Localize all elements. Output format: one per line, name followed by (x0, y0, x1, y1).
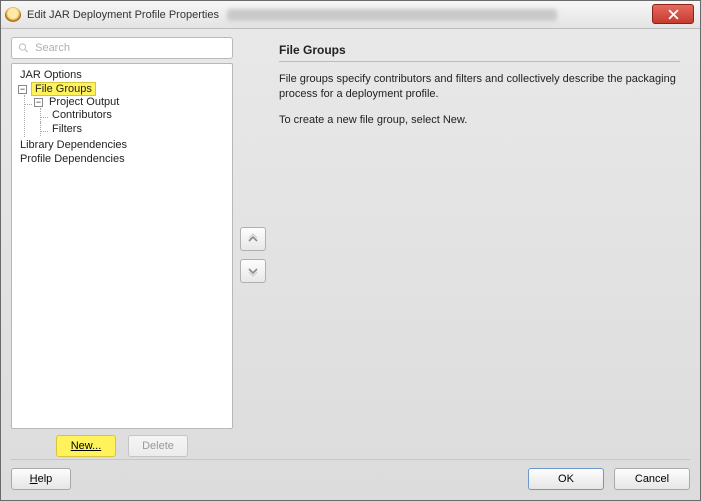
tree-item-jar-options[interactable]: JAR Options (18, 69, 84, 81)
reorder-column (239, 37, 267, 457)
footer-right-buttons: OK Cancel (528, 468, 690, 490)
cancel-button-label: Cancel (635, 473, 669, 485)
tree-item-file-groups[interactable]: File Groups (31, 82, 96, 96)
titlebar: Edit JAR Deployment Profile Properties (1, 1, 700, 29)
content-paragraph-1: File groups specify contributors and fil… (279, 72, 680, 103)
content-paragraph-2: To create a new file group, select New. (279, 113, 680, 128)
expander-project-output[interactable]: − (34, 98, 43, 107)
delete-button: Delete (128, 435, 188, 457)
tree[interactable]: JAR Options −File Groups −Project Output… (11, 63, 233, 429)
tree-item-contributors[interactable]: Contributors (50, 109, 114, 121)
move-down-button[interactable] (240, 259, 266, 283)
help-button[interactable]: Help (11, 468, 71, 490)
content-panel: File Groups File groups specify contribu… (273, 37, 690, 457)
tree-button-row: New... Delete (11, 435, 233, 457)
dialog-window: Edit JAR Deployment Profile Properties J… (0, 0, 701, 501)
tree-item-project-output[interactable]: Project Output (47, 96, 121, 108)
new-button[interactable]: New... (56, 435, 116, 457)
title-extra-blur (227, 9, 557, 21)
help-button-label: H (30, 473, 38, 485)
left-column: JAR Options −File Groups −Project Output… (11, 37, 233, 457)
content-heading: File Groups (279, 43, 680, 57)
ok-button[interactable]: OK (528, 468, 604, 490)
dialog-body: JAR Options −File Groups −Project Output… (1, 29, 700, 500)
close-icon (668, 9, 679, 20)
columns: JAR Options −File Groups −Project Output… (11, 37, 690, 457)
window-title: Edit JAR Deployment Profile Properties (27, 9, 219, 21)
footer: Help OK Cancel (11, 468, 690, 490)
new-button-label: New... (71, 440, 102, 452)
chevron-up-icon (247, 233, 259, 245)
search-field-wrap[interactable] (11, 37, 233, 59)
help-button-rest: elp (38, 473, 53, 485)
delete-button-label: Delete (142, 440, 174, 452)
chevron-down-icon (247, 265, 259, 277)
app-icon (5, 7, 21, 23)
move-up-button[interactable] (240, 227, 266, 251)
ok-button-label: OK (558, 473, 574, 485)
search-icon (18, 42, 29, 54)
content-divider (279, 61, 680, 62)
tree-item-filters[interactable]: Filters (50, 123, 84, 135)
expander-file-groups[interactable]: − (18, 85, 27, 94)
close-button[interactable] (652, 4, 694, 24)
tree-item-library-dependencies[interactable]: Library Dependencies (18, 139, 129, 151)
footer-divider (11, 459, 690, 460)
search-input[interactable] (33, 41, 226, 55)
tree-item-profile-dependencies[interactable]: Profile Dependencies (18, 153, 127, 165)
cancel-button[interactable]: Cancel (614, 468, 690, 490)
